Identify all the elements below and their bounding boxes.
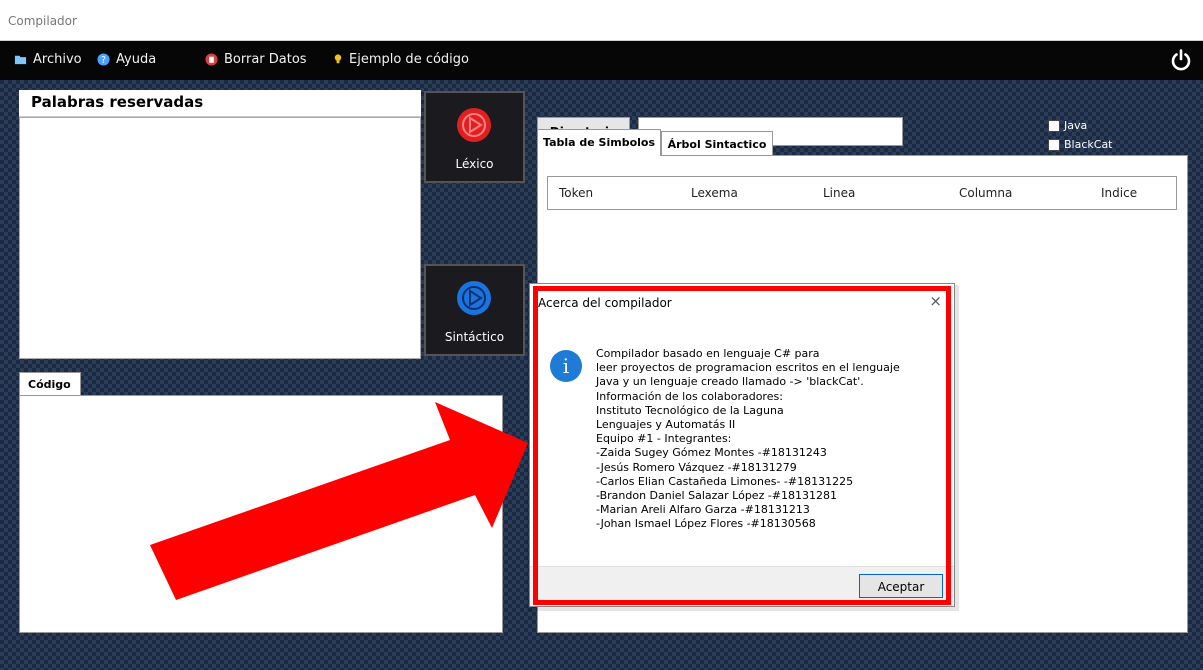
tab-codigo[interactable]: Código — [19, 372, 81, 396]
play-blue-icon — [457, 281, 491, 315]
highlight-rectangle — [533, 286, 951, 605]
tab-arbol-sintactico-label: Árbol Sintactico — [667, 138, 767, 151]
java-option[interactable]: Java — [1048, 119, 1087, 132]
sintactico-button[interactable]: Sintáctico — [424, 264, 525, 356]
menu-archivo-label: Archivo — [33, 52, 82, 67]
bulb-icon — [334, 54, 342, 64]
menu-ejemplo-codigo[interactable]: Ejemplo de código — [333, 52, 469, 67]
menu-bar: Archivo ? Ayuda Borrar Datos Ejemplo de … — [0, 41, 1203, 80]
power-icon[interactable] — [1169, 48, 1193, 72]
column-indice[interactable]: Indice — [1101, 186, 1137, 200]
symbol-table-header: Token Lexema Linea Columna Indice — [547, 176, 1177, 210]
reserved-words-list[interactable] — [19, 117, 421, 359]
blackcat-option[interactable]: BlackCat — [1048, 138, 1113, 151]
java-label: Java — [1064, 119, 1088, 132]
lexico-label: Léxico — [455, 157, 494, 171]
blackcat-label: BlackCat — [1064, 138, 1113, 151]
blackcat-checkbox[interactable] — [1048, 138, 1060, 151]
menu-archivo[interactable]: Archivo — [14, 52, 82, 67]
menu-ayuda-label: Ayuda — [116, 52, 157, 67]
column-columna[interactable]: Columna — [959, 186, 1012, 200]
language-options: Java BlackCat — [1048, 117, 1158, 159]
column-linea[interactable]: Linea — [823, 186, 855, 200]
column-lexema[interactable]: Lexema — [691, 186, 738, 200]
tab-tabla-simbolos[interactable]: Tabla de Simbolos — [537, 129, 661, 156]
window-title: Compilador — [8, 14, 77, 28]
tab-tabla-simbolos-label: Tabla de Simbolos — [542, 136, 656, 149]
menu-borrar-datos-label: Borrar Datos — [224, 52, 307, 67]
trash-icon — [205, 53, 218, 66]
title-bar: Compilador — [0, 0, 1203, 41]
svg-text:?: ? — [101, 55, 106, 66]
menu-ayuda[interactable]: ? Ayuda — [97, 52, 156, 67]
java-checkbox[interactable] — [1048, 119, 1060, 132]
menu-ejemplo-codigo-label: Ejemplo de código — [349, 52, 469, 67]
column-token[interactable]: Token — [559, 186, 593, 200]
tab-arbol-sintactico[interactable]: Árbol Sintactico — [661, 131, 773, 156]
lexico-button[interactable]: Léxico — [424, 91, 525, 183]
folder-icon — [14, 55, 27, 65]
tab-codigo-label: Código — [28, 378, 71, 391]
menu-borrar-datos[interactable]: Borrar Datos — [205, 52, 307, 67]
annotation-arrow — [150, 402, 528, 600]
reserved-words-title: Palabras reservadas — [31, 93, 204, 111]
play-red-icon — [457, 108, 491, 142]
reserved-words-header: Palabras reservadas — [19, 90, 421, 117]
sintactico-label: Sintáctico — [444, 330, 505, 344]
help-icon: ? — [97, 53, 110, 66]
